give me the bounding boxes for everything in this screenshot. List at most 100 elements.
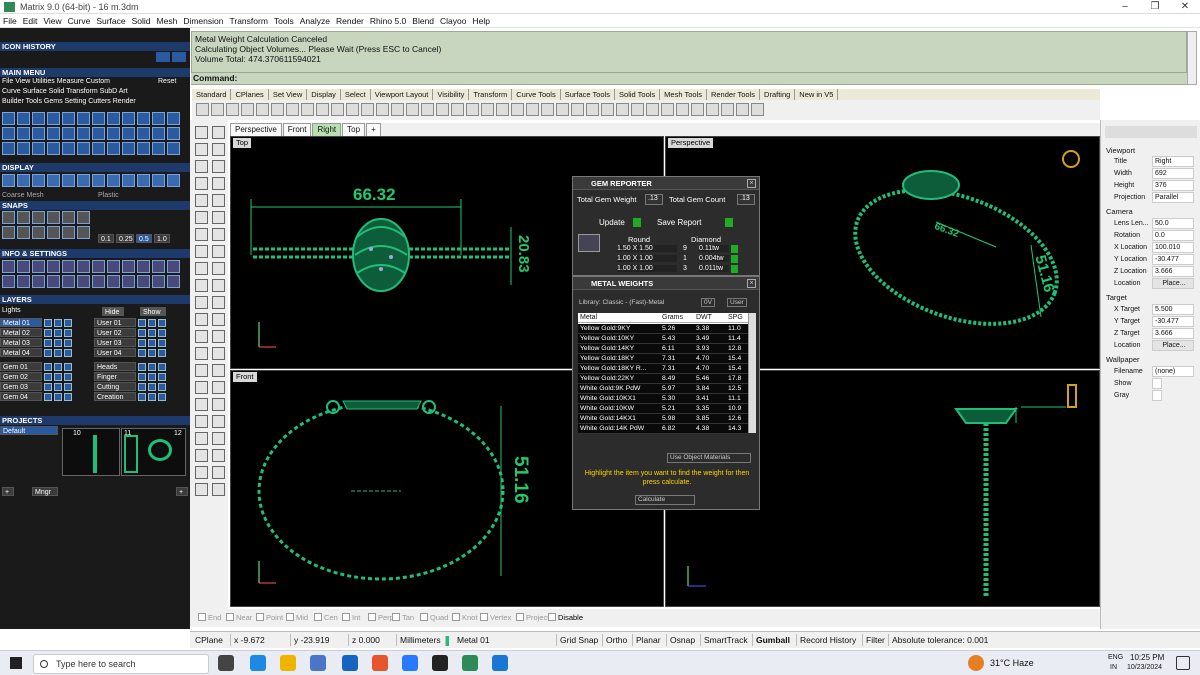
manager-button[interactable]: Mngr	[32, 487, 58, 496]
col-dwt[interactable]: DWT	[696, 313, 712, 323]
weather-text[interactable]: 31°C Haze	[990, 658, 1034, 668]
tool-icon[interactable]	[195, 415, 208, 428]
default-project[interactable]: Default	[0, 426, 58, 435]
tool-icon[interactable]	[212, 381, 225, 394]
menu-item[interactable]: File	[0, 14, 20, 28]
prop-value[interactable]: Parallel	[1152, 192, 1194, 203]
tool-icon[interactable]	[195, 483, 208, 496]
osnap-option[interactable]: Perp	[368, 613, 394, 622]
toolbar-icon[interactable]	[316, 103, 329, 116]
menu-item[interactable]: Analyze	[297, 14, 333, 28]
main-menu-row3[interactable]: Builder Tools Gems Setting Cutters Rende…	[2, 98, 136, 105]
layer-toggle-icon[interactable]	[148, 393, 156, 401]
tool-icon[interactable]	[195, 177, 208, 190]
panel-tool-icon[interactable]	[167, 112, 180, 125]
gem-count[interactable]: 9	[683, 245, 687, 252]
gumball-toggle[interactable]: Gumball	[752, 634, 790, 646]
panel-tool-icon[interactable]	[17, 174, 30, 187]
panel-tool-icon[interactable]	[122, 174, 135, 187]
tool-icon[interactable]	[195, 126, 208, 139]
units-label[interactable]: Millimeters	[396, 634, 441, 646]
minimize-button[interactable]: –	[1110, 0, 1140, 14]
menu-item[interactable]: Curve	[65, 14, 94, 28]
toolbar-tab[interactable]: CPlanes	[231, 89, 269, 100]
tool-icon[interactable]	[195, 296, 208, 309]
layer-toggle-icon[interactable]	[148, 349, 156, 357]
panel-tool-icon[interactable]	[77, 211, 90, 224]
layer-toggle-icon[interactable]	[158, 329, 166, 337]
tool-icon[interactable]	[212, 347, 225, 360]
toolbar-tab[interactable]: Standard	[192, 89, 232, 100]
layer-row[interactable]: User 04	[94, 348, 136, 357]
toolbar-tab[interactable]: Select	[341, 89, 371, 100]
gem-weight[interactable]: 0.011tw	[699, 265, 729, 272]
layer-row[interactable]: Metal 02	[0, 328, 42, 337]
prop-value[interactable]: 0.0	[1152, 230, 1194, 241]
tool-icon[interactable]	[212, 296, 225, 309]
panel-tool-icon[interactable]	[77, 142, 90, 155]
close-icon[interactable]: ×	[747, 279, 756, 288]
panel-tool-icon[interactable]	[62, 142, 75, 155]
panel-tool-icon[interactable]	[137, 260, 150, 273]
panel-tool-icon[interactable]	[47, 174, 60, 187]
prop-value[interactable]: 100.010	[1152, 242, 1194, 253]
tool-icon[interactable]	[212, 143, 225, 156]
toolbar-tab[interactable]: Visibility	[433, 89, 470, 100]
panel-tool-icon[interactable]	[32, 142, 45, 155]
layer-toggle-icon[interactable]	[138, 373, 146, 381]
main-menu-row1[interactable]: File View Utilities Measure Custom	[2, 78, 110, 85]
tool-icon[interactable]	[195, 432, 208, 445]
layer-toggle-icon[interactable]	[44, 363, 52, 371]
tool-icon[interactable]	[195, 313, 208, 326]
layer-row[interactable]: Metal 04	[0, 348, 42, 357]
calculate-button[interactable]: Calculate	[635, 495, 695, 505]
menu-item[interactable]: Dimension	[180, 14, 226, 28]
panel-tool-icon[interactable]	[77, 260, 90, 273]
layer-row[interactable]: Gem 01	[0, 362, 42, 371]
layer-toggle-icon[interactable]	[158, 363, 166, 371]
tool-icon[interactable]	[195, 330, 208, 343]
close-icon[interactable]: ×	[747, 179, 756, 188]
osnap-option[interactable]: Int	[342, 613, 360, 622]
layer-toggle-icon[interactable]	[64, 349, 72, 357]
panel-tool-icon[interactable]	[62, 226, 75, 239]
toolbar-icon[interactable]	[256, 103, 269, 116]
prop-value[interactable]: Right	[1152, 156, 1194, 167]
layer-toggle-icon[interactable]	[138, 363, 146, 371]
layer-toggle-icon[interactable]	[138, 319, 146, 327]
panel-tool-icon[interactable]	[32, 112, 45, 125]
panel-tool-icon[interactable]	[62, 211, 75, 224]
toolbar-icon[interactable]	[526, 103, 539, 116]
tool-icon[interactable]	[212, 228, 225, 241]
osnap-option[interactable]: Project	[516, 613, 549, 622]
panel-tool-icon[interactable]	[137, 142, 150, 155]
tool-icon[interactable]	[195, 245, 208, 258]
panel-tool-icon[interactable]	[137, 127, 150, 140]
layer-toggle-icon[interactable]	[148, 339, 156, 347]
layer-row[interactable]: Gem 04	[0, 392, 42, 401]
panel-tool-icon[interactable]	[137, 275, 150, 288]
toolbar-icon[interactable]	[391, 103, 404, 116]
toolbar-icon[interactable]	[421, 103, 434, 116]
layer-row[interactable]: Metal 01	[0, 318, 42, 327]
prop-value[interactable]: 5.500	[1152, 304, 1194, 315]
toolbar-tab[interactable]: Transform	[469, 89, 513, 100]
panel-tool-icon[interactable]	[47, 211, 60, 224]
layer-toggle-icon[interactable]	[148, 319, 156, 327]
layer-toggle-icon[interactable]	[54, 329, 62, 337]
cplane-label[interactable]: CPlane	[192, 634, 223, 646]
tool-icon[interactable]	[195, 466, 208, 479]
viewport-tab[interactable]: Right	[312, 123, 342, 137]
panel-tool-icon[interactable]	[17, 211, 30, 224]
menu-item[interactable]: Edit	[20, 14, 41, 28]
layer-toggle-icon[interactable]	[64, 373, 72, 381]
toolbar-icon[interactable]	[331, 103, 344, 116]
update-go-icon[interactable]	[633, 218, 641, 227]
layer-toggle-icon[interactable]	[158, 383, 166, 391]
layer-toggle-icon[interactable]	[44, 319, 52, 327]
panel-tool-icon[interactable]	[47, 260, 60, 273]
gem-weight[interactable]: 0.004tw	[699, 255, 729, 262]
col-grams[interactable]: Grams	[662, 313, 683, 323]
panel-tool-icon[interactable]	[32, 174, 45, 187]
panel-tool-icon[interactable]	[122, 275, 135, 288]
